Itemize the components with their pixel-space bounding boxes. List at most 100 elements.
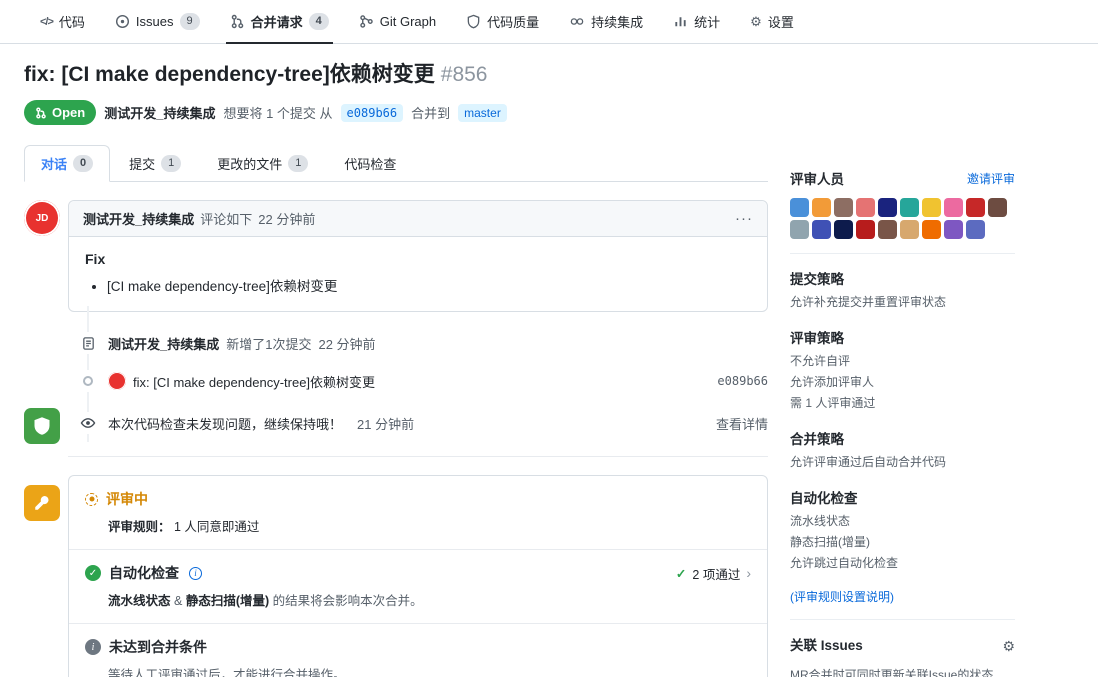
review-bot-avatar [24, 485, 60, 521]
auto-check-section: ✓ 自动化检查 i ✓ 2 项通过 › 流水线状态 & 静态扫描(增量) 的结果… [69, 549, 767, 623]
commit-row: fix: [CI make dependency-tree]依赖树变更 e089… [24, 370, 768, 392]
code-check-row: 本次代码检查未发现问题，继续保持哦！ 21 分钟前 查看详情 [24, 408, 768, 444]
reviewer-avatar[interactable] [944, 220, 963, 239]
merge-condition-desc: 等待人工评审通过后，才能进行合并操作。 [108, 668, 346, 677]
push-action: 新增了1次提交 [226, 336, 312, 352]
review-state-section: 评审中 评审规则： 1 人同意即通过 [69, 476, 767, 549]
reviewers-header: 评审人员 邀请评审 [790, 168, 1015, 188]
issues-settings-gear-icon[interactable]: ⚙ [1002, 638, 1015, 655]
eye-icon [78, 412, 98, 434]
reviewer-avatar[interactable] [812, 220, 831, 239]
policy-item: 需 1 人评审通过 [790, 396, 876, 410]
review-rule-label: 评审规则： [108, 520, 171, 534]
invite-review-link[interactable]: 邀请评审 [967, 170, 1015, 187]
mr-meta-row: Open 测试开发_持续集成 想要将 1 个提交 从 e089b66 合并到 m… [24, 100, 768, 125]
merge-condition-title: 未达到合并条件 [109, 639, 207, 655]
nav-item-git-graph[interactable]: Git Graph [359, 0, 436, 43]
mr-number: #856 [440, 63, 488, 86]
section-title: 合并策略 [790, 432, 844, 447]
mr-title-text: fix: [CI make dependency-tree]依赖树变更 [24, 63, 435, 86]
tab-code-check[interactable]: 代码检查 [327, 145, 413, 182]
reviewer-avatar[interactable] [966, 198, 985, 217]
reviewer-avatar[interactable] [790, 198, 809, 217]
reviewer-avatar[interactable] [922, 198, 941, 217]
nav-label: 代码 [58, 15, 85, 30]
nav-item-code[interactable]: </> 代码 [40, 0, 85, 43]
divider [790, 619, 1015, 620]
comment-block: JD 测试开发_持续集成 评论如下 22 分钟前 ··· Fix [CI mak… [24, 200, 768, 312]
reviewers-title: 评审人员 [790, 172, 844, 187]
linked-issues-section: 关联 Issues ⚙ MR合并时可同时更新关联Issue的状态 None ye… [790, 634, 1015, 677]
chevron-right-icon: › [746, 565, 751, 581]
tab-changed-files[interactable]: 更改的文件 1 [200, 145, 325, 182]
nav-item-stats[interactable]: 统计 [673, 0, 720, 43]
reviewer-avatar[interactable] [790, 220, 809, 239]
comment-header: 测试开发_持续集成 评论如下 22 分钟前 ··· [69, 201, 767, 237]
check-time: 21 分钟前 [357, 416, 415, 432]
shield-icon [466, 14, 481, 29]
reviewer-avatar[interactable] [878, 198, 897, 217]
reviewer-avatar[interactable] [856, 220, 875, 239]
push-time: 22 分钟前 [318, 336, 376, 352]
comment-body: Fix [CI make dependency-tree]依赖树变更 [69, 237, 767, 311]
tab-commits[interactable]: 提交 1 [112, 145, 198, 182]
reviewer-avatar[interactable] [944, 198, 963, 217]
merge-icon [36, 106, 46, 119]
reviewer-avatar[interactable] [834, 220, 853, 239]
comment-menu-button[interactable]: ··· [735, 210, 753, 227]
comment-body-title: Fix [85, 251, 106, 267]
comment-action: 评论如下 [200, 212, 253, 227]
view-details-link[interactable]: 查看详情 [716, 414, 768, 433]
nav-item-issues[interactable]: Issues 9 [115, 0, 200, 43]
gear-icon: ⚙ [750, 13, 762, 29]
mr-author: 测试开发_持续集成 [104, 106, 216, 121]
nav-label: 设置 [767, 15, 794, 30]
reviewer-avatar[interactable] [966, 220, 985, 239]
check-circle-icon: ✓ [85, 565, 101, 581]
info-icon[interactable]: i [189, 566, 202, 580]
reviewer-avatar[interactable] [856, 198, 875, 217]
review-state-title: 评审中 [106, 491, 148, 507]
tool-icon [35, 496, 49, 510]
tab-label: 更改的文件 [217, 157, 283, 172]
git-graph-icon [359, 14, 374, 29]
code-check-bot-avatar [24, 408, 60, 444]
desc-text: & [170, 594, 186, 608]
merge-request-page: </> 代码 Issues 9 合并请求 4 Git Graph 代码质量 持续… [0, 0, 1098, 677]
review-rule-line: 评审规则： 1 人同意即通过 [108, 516, 751, 535]
reviewer-avatar[interactable] [900, 198, 919, 217]
source-commit-link[interactable]: e089b66 [340, 103, 404, 122]
reviewer-avatar[interactable] [922, 220, 941, 239]
check-icon: ✓ [675, 566, 687, 581]
reviewer-avatar[interactable] [834, 198, 853, 217]
commits-pushed-icon [78, 332, 98, 354]
nav-item-merge-requests[interactable]: 合并请求 4 [225, 0, 333, 44]
policy-item: 不允许自评 [790, 354, 851, 368]
review-policy-section: 评审策略 不允许自评 允许添加评审人 需 1 人评审通过 [790, 327, 1015, 414]
tab-conversation[interactable]: 对话 0 [24, 145, 111, 182]
checks-passed-link[interactable]: ✓ 2 项通过 › [676, 564, 751, 583]
reviewer-avatar-row [790, 198, 1015, 217]
reviewer-avatars [790, 198, 1015, 239]
reviewer-avatar[interactable] [878, 220, 897, 239]
reviewer-avatar[interactable] [900, 220, 919, 239]
ci-icon [569, 14, 585, 29]
reviewer-avatar[interactable] [988, 198, 1007, 217]
nav-item-settings[interactable]: ⚙ 设置 [750, 0, 794, 43]
nav-item-code-quality[interactable]: 代码质量 [466, 0, 539, 43]
static-scan-link[interactable]: 静态扫描(增量) [186, 594, 269, 608]
review-rules-settings-link[interactable]: (评审规则设置说明) [790, 588, 1015, 605]
commit-message-link[interactable]: fix: [CI make dependency-tree]依赖树变更 [133, 372, 375, 391]
nav-item-ci[interactable]: 持续集成 [569, 0, 643, 43]
review-card: 评审中 评审规则： 1 人同意即通过 ✓ 自动化检查 i ✓ 2 项通过 › 流… [68, 475, 768, 677]
shield-icon [34, 417, 50, 435]
reviewer-avatar[interactable] [812, 198, 831, 217]
commit-hash: e089b66 [717, 374, 768, 388]
repo-nav: </> 代码 Issues 9 合并请求 4 Git Graph 代码质量 持续… [0, 0, 1098, 44]
target-branch-link[interactable]: master [458, 103, 507, 122]
pipeline-status-link[interactable]: 流水线状态 [108, 594, 171, 608]
nav-label: 代码质量 [487, 15, 540, 30]
policy-item: 允许跳过自动化检查 [790, 556, 899, 570]
section-title: 评审策略 [790, 331, 844, 346]
avatar[interactable]: JD [24, 200, 60, 236]
